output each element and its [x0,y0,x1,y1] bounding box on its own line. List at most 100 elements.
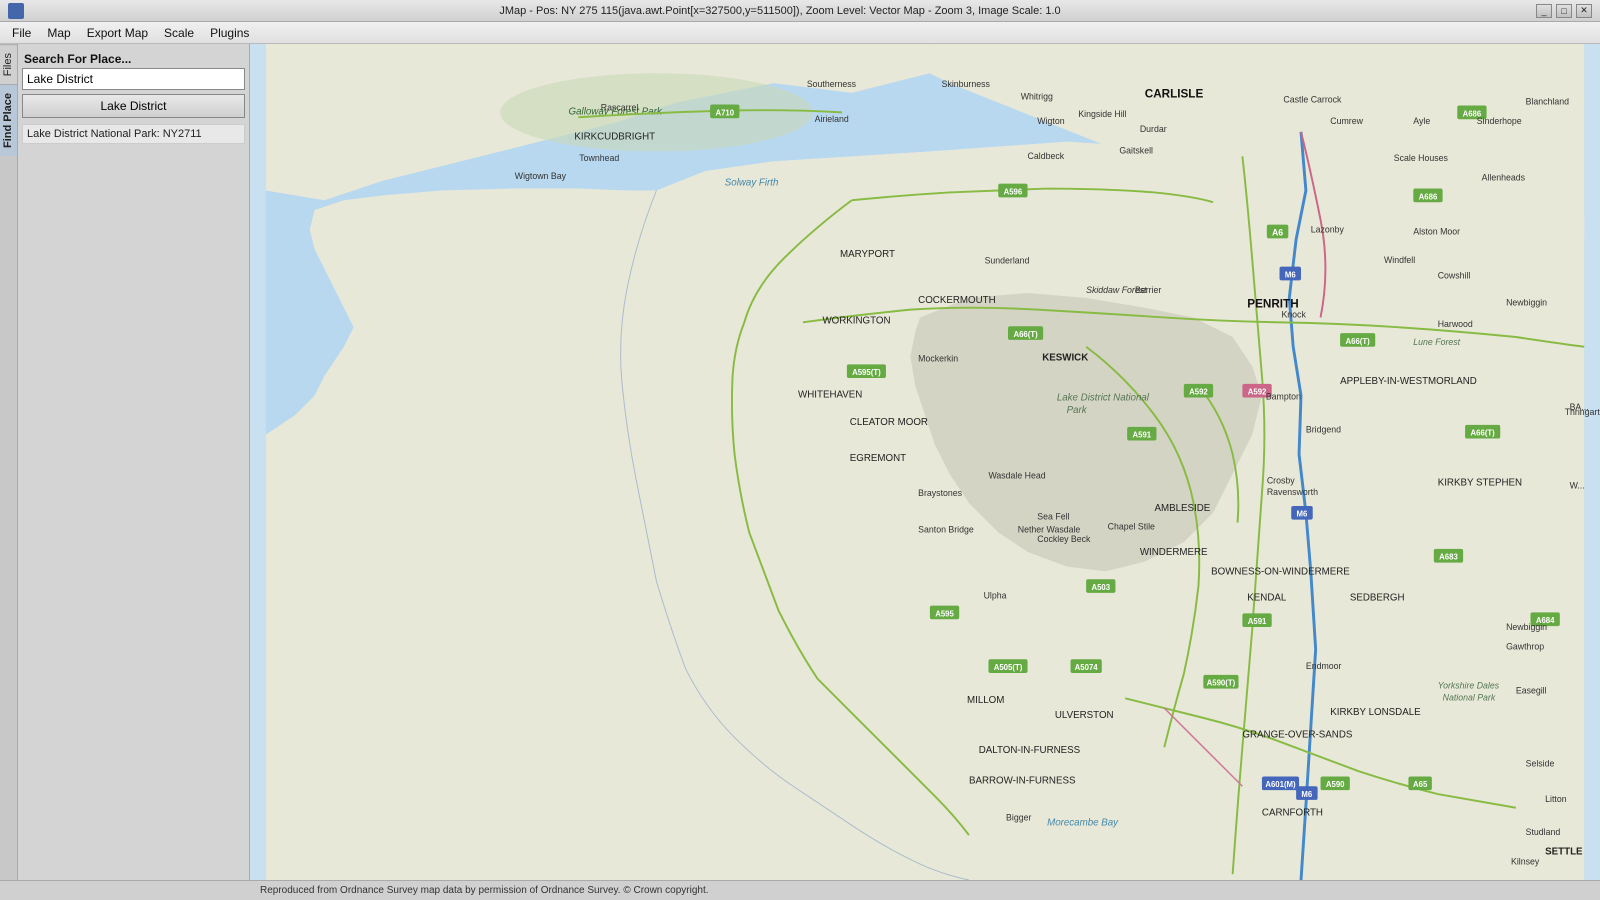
appleby-label: APPLEBY-IN-WESTMORLAND [1340,376,1477,387]
cumrew-label: Cumrew [1330,116,1363,126]
a595-label: A595 [935,609,954,618]
search-result[interactable]: Lake District National Park: NY2711 [22,124,245,144]
ld-np-label: Lake District National [1057,392,1150,403]
ld-np-label2: Park [1067,405,1088,416]
blanchland-label: Blanchland [1526,97,1569,107]
a591-label: A591 [1248,617,1267,626]
yorkshire-dales-label2: National Park [1443,692,1496,702]
bottom-statusbar: Reproduced from Ordnance Survey map data… [0,880,1600,900]
a505t-label: A505(T) [994,663,1023,672]
titlebar: JMap - Pos: NY 275 115(java.awt.Point[x=… [0,0,1600,22]
townhead-label: Townhead [579,153,619,163]
chapel-stile-label: Chapel Stile [1108,521,1155,531]
caldbeck-label: Caldbeck [1028,151,1065,161]
sea-fell-label: Sea Fell [1037,512,1069,522]
kirkcudbright-label: KIRKCUDBRIGHT [574,132,655,143]
tab-find-place[interactable]: Find Place [0,84,17,156]
rascarrel-label: Rascarrel [601,102,639,112]
title-text: JMap - Pos: NY 275 115(java.awt.Point[x=… [24,5,1536,17]
app-icon [8,3,24,19]
search-input[interactable] [22,68,245,90]
airieland-label: Airieland [815,114,849,124]
maximize-button[interactable]: □ [1556,4,1572,18]
a65-label: A65 [1413,780,1428,789]
easegill-label: Easegill [1516,685,1547,695]
settle-label: SETTLE [1545,847,1583,858]
nether-wasdale-label: Nether Wasdale [1018,524,1081,534]
knock-label: Knock [1281,309,1306,319]
cowshill-label: Cowshill [1438,270,1471,280]
mockerkin-label: Mockerkin [918,353,958,363]
menu-map[interactable]: Map [39,24,78,42]
search-label: Search For Place... [22,48,245,68]
tab-files[interactable]: Files [0,44,17,84]
a710-label: A710 [715,108,734,117]
m6-label-1: M6 [1285,270,1296,279]
whitrigg-label: Whitrigg [1021,92,1053,102]
sunderland-label: Sunderland [985,256,1030,266]
ulverston-label: ULVERSTON [1055,710,1114,721]
kilnsey-label: Kilnsey [1511,856,1540,866]
left-panel: Files Find Place Search For Place... Lak… [0,44,250,900]
barrow-label: BARROW-IN-FURNESS [969,775,1076,786]
a590s-label: A590 [1326,780,1345,789]
wigton-label: Wigton [1037,116,1064,126]
menu-export-map[interactable]: Export Map [79,24,156,42]
dalton-label: DALTON-IN-FURNESS [979,745,1081,756]
m6-label-3: M6 [1301,790,1312,799]
bampton-label: Bampton [1266,391,1301,401]
kirkby-stephen-label: KIRKBY STEPHEN [1438,477,1522,488]
southerness-label: Southerness [807,79,857,89]
a5074-label: A5074 [1075,663,1099,672]
morecambe-bay-label: Morecambe Bay [1047,817,1119,828]
a66t-east-label: A66(T) [1346,337,1371,346]
side-tabs: Files Find Place [0,44,18,900]
castle-carrock-label: Castle Carrock [1283,95,1342,105]
ayle-label: Ayle [1413,116,1430,126]
kendal-label: KENDAL [1247,593,1287,604]
studland-label: Studland [1526,827,1561,837]
cleator-moor-label: CLEATOR MOOR [850,417,928,428]
ulpha-label: Ulpha [984,591,1007,601]
whitehaven-label: WHITEHAVEN [798,390,862,401]
newbiggin2-label: Newbiggin [1506,622,1547,632]
grange-label: GRANGE-OVER-SANDS [1242,729,1352,740]
maryport-label: MARYPORT [840,249,895,260]
carnforth-label: CARNFORTH [1262,808,1323,819]
map-area[interactable]: Solway Firth Morecambe Bay Galloway Fore… [250,44,1600,880]
cockermouth-label: COCKERMOUTH [918,295,995,306]
a590-label: A590(T) [1207,679,1236,688]
ba-label: BA... [1570,402,1589,412]
newbiggin-label: Newbiggin [1506,298,1547,308]
search-button[interactable]: Lake District [22,94,245,118]
status-copyright: Reproduced from Ordnance Survey map data… [260,885,709,896]
close-button[interactable]: ✕ [1576,4,1592,18]
a503-label: A503 [1091,583,1110,592]
menu-file[interactable]: File [4,24,39,42]
solway-firth-label: Solway Firth [725,178,779,189]
ravensworth-label: Ravensworth [1267,487,1318,497]
lune-forest-label: Lune Forest [1413,337,1460,347]
sedbergh-label: SEDBERGH [1350,593,1405,604]
harwood-label: Harwood [1438,319,1473,329]
a595t-label: A595(T) [852,368,881,377]
skinburness-label: Skinburness [942,79,991,89]
bfw-label: W... [1570,480,1585,490]
a601m-label: A601(M) [1265,780,1296,789]
minimize-button[interactable]: _ [1536,4,1552,18]
a596-label: A596 [1004,187,1023,196]
lazonby-label: Lazonby [1311,224,1345,234]
cockley-beck-label: Cockley Beck [1037,534,1091,544]
allenheads-label: Allenheads [1482,173,1526,183]
a683-label: A683 [1439,553,1458,562]
a686-mid-label: A686 [1419,192,1438,201]
panel-content: Search For Place... Lake District Lake D… [18,44,249,900]
menu-scale[interactable]: Scale [156,24,202,42]
menu-plugins[interactable]: Plugins [202,24,257,42]
sinderhope-label: Sinderhope [1477,116,1522,126]
a6-label: A6 [1272,227,1283,237]
bowness-label: BOWNESS-ON-WINDERMERE [1211,566,1350,577]
map-svg: Solway Firth Morecambe Bay Galloway Fore… [250,44,1600,880]
a592-label: A592 [1189,388,1208,397]
yorkshire-dales-label: Yorkshire Dales [1438,681,1500,691]
